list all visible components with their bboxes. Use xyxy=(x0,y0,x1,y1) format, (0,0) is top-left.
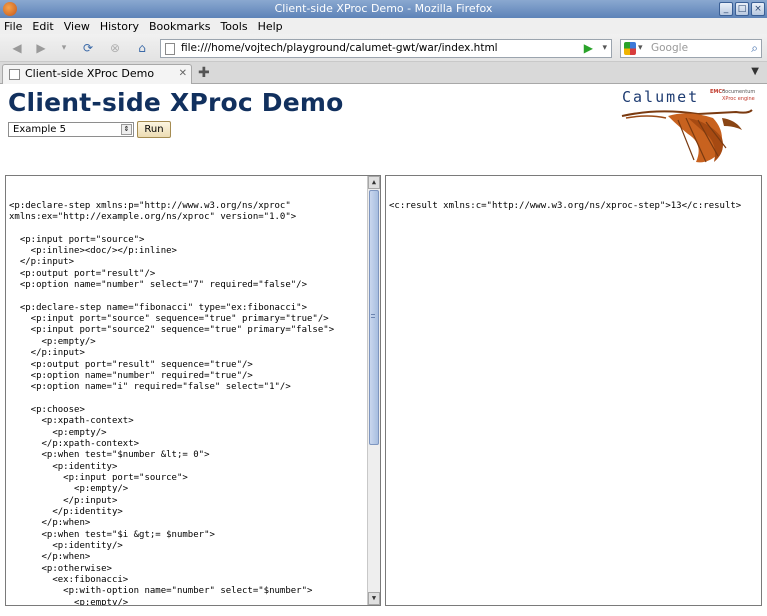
url-text: file:///home/vojtech/playground/calumet-… xyxy=(181,42,498,54)
engine-dropdown-icon[interactable]: ▾ xyxy=(638,40,643,57)
home-icon[interactable]: ⌂ xyxy=(133,39,151,57)
menu-tools[interactable]: Tools xyxy=(220,20,247,33)
menu-help[interactable]: Help xyxy=(258,20,283,33)
window-titlebar: Client-side XProc Demo - Mozilla Firefox… xyxy=(0,0,767,18)
menu-edit[interactable]: Edit xyxy=(32,20,53,33)
go-icon[interactable]: ▶ xyxy=(584,41,593,56)
navigation-toolbar: ◀ ▶ ▾ ⟳ ⊗ ⌂ file:///home/vojtech/playgro… xyxy=(0,34,767,62)
tab-label: Client-side XProc Demo xyxy=(25,67,155,80)
menu-bar: File Edit View History Bookmarks Tools H… xyxy=(0,18,767,34)
logo-xproc-engine: XProc engine xyxy=(722,96,755,102)
scroll-down-icon[interactable]: ▼ xyxy=(368,592,380,605)
menu-view[interactable]: View xyxy=(64,20,90,33)
url-bar[interactable]: file:///home/vojtech/playground/calumet-… xyxy=(160,39,612,58)
scroll-up-icon[interactable]: ▲ xyxy=(368,176,380,189)
page-favicon-icon xyxy=(9,69,20,80)
menu-file[interactable]: File xyxy=(4,20,22,33)
url-dropdown-icon[interactable]: ▾ xyxy=(602,40,607,57)
example-select[interactable]: Example 5 ⇕ xyxy=(8,122,134,137)
result-output-code: <c:result xmlns:c="http://www.w3.org/ns/… xyxy=(389,200,742,211)
tab-list-icon[interactable]: ▼ xyxy=(751,66,759,77)
logo-documentum: documentum xyxy=(722,89,756,95)
new-tab-icon[interactable]: ✚ xyxy=(198,65,210,81)
forward-icon[interactable]: ▶ xyxy=(32,39,50,57)
history-dropdown-icon[interactable]: ▾ xyxy=(55,39,73,57)
minimize-icon[interactable]: _ xyxy=(719,2,733,16)
page-icon xyxy=(165,43,175,55)
stop-icon[interactable]: ⊗ xyxy=(106,39,124,57)
maximize-icon[interactable]: □ xyxy=(735,2,749,16)
scrollbar-grip xyxy=(371,314,375,318)
pipeline-input-editor[interactable]: <p:declare-step xmlns:p="http://www.w3.o… xyxy=(5,175,381,606)
page-content: Client-side XProc Demo Example 5 ⇕ Run C… xyxy=(0,84,767,616)
calumet-logo: Calumet EMC² documentum XProc engine xyxy=(618,86,758,168)
tab-close-icon[interactable]: ✕ xyxy=(179,65,187,83)
example-select-value: Example 5 xyxy=(13,124,66,135)
reload-icon[interactable]: ⟳ xyxy=(79,39,97,57)
input-scrollbar[interactable]: ▲ ▼ xyxy=(367,176,380,605)
back-icon[interactable]: ◀ xyxy=(8,39,26,57)
window-title: Client-side XProc Demo - Mozilla Firefox xyxy=(274,2,493,15)
tab-bar: Client-side XProc Demo ✕ ✚ ▼ xyxy=(0,62,767,84)
search-icon[interactable]: ⌕ xyxy=(751,40,758,57)
pipeline-input-code: <p:declare-step xmlns:p="http://www.w3.o… xyxy=(9,200,335,606)
chevron-updown-icon: ⇕ xyxy=(121,124,132,135)
menu-bookmarks[interactable]: Bookmarks xyxy=(149,20,210,33)
window-controls: _ □ × xyxy=(719,2,765,16)
menu-history[interactable]: History xyxy=(100,20,139,33)
google-icon[interactable] xyxy=(624,42,636,55)
bird-logo-icon xyxy=(621,109,753,163)
run-button[interactable]: Run xyxy=(137,121,171,138)
result-output-panel[interactable]: <c:result xmlns:c="http://www.w3.org/ns/… xyxy=(385,175,762,606)
search-bar[interactable]: ▾ Google ⌕ xyxy=(620,39,762,58)
close-icon[interactable]: × xyxy=(751,2,765,16)
page-title: Client-side XProc Demo xyxy=(8,88,344,117)
tab-xproc-demo[interactable]: Client-side XProc Demo ✕ xyxy=(2,64,192,84)
firefox-icon xyxy=(3,2,17,16)
search-placeholder: Google xyxy=(651,42,689,54)
